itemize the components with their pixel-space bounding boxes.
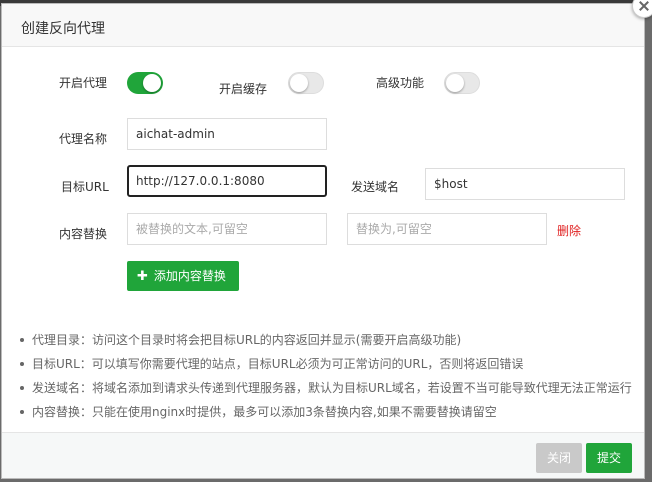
enable-proxy-label: 开启代理 [59,76,108,90]
dialog-footer: 关闭 提交 [2,432,644,478]
replace-from-input[interactable]: 被替换的文本,可留空 [127,213,327,245]
dialog-title: 创建反向代理 [21,21,105,37]
tip-item: 内容替换：只能在使用nginx时提供，最多可以添加3条替换内容,如果不需要替换请… [20,400,640,424]
enable-cache-label: 开启缓存 [219,82,268,96]
proxy-name-label: 代理名称 [59,132,108,146]
target-url-label: 目标URL [61,180,109,194]
tips-list: 代理目录：访问这个目录时将会把目标URL的内容返回并显示(需要开启高级功能) 目… [20,328,640,424]
delete-replace-link[interactable]: 删除 [557,222,581,239]
send-domain-label: 发送域名 [351,180,400,194]
proxy-name-input[interactable]: aichat-admin [127,118,327,150]
close-button[interactable]: 关闭 [536,443,582,473]
submit-button[interactable]: 提交 [586,443,632,473]
toggle-knob [143,74,161,92]
advanced-features-label: 高级功能 [376,76,425,90]
send-domain-input[interactable]: $host [425,168,625,200]
add-content-replace-label: 添加内容替换 [153,269,226,283]
add-content-replace-button[interactable]: ✚ 添加内容替换 [127,261,239,291]
replace-to-input[interactable]: 替换为,可留空 [347,213,547,245]
tip-item: 目标URL：可以填写你需要代理的站点，目标URL必须为可正常访问的URL，否则将… [20,352,640,376]
enable-proxy-toggle[interactable] [127,72,163,94]
create-reverse-proxy-dialog: 创建反向代理 开启代理 开启缓存 高级功能 代理名称 aichat-admin … [1,3,645,479]
toggle-knob [446,74,464,92]
advanced-features-toggle[interactable] [444,72,480,94]
tip-item: 发送域名：将域名添加到请求头传递到代理服务器，默认为目标URL域名，若设置不当可… [20,376,640,400]
plus-icon: ✚ [137,269,148,284]
target-url-input[interactable]: http://127.0.0.1:8080 [127,165,327,197]
dialog-titlebar: 创建反向代理 [2,4,644,47]
enable-cache-toggle[interactable] [288,72,324,94]
toggle-knob [290,74,308,92]
content-replace-label: 内容替换 [59,227,108,241]
tip-item: 代理目录：访问这个目录时将会把目标URL的内容返回并显示(需要开启高级功能) [20,328,640,352]
